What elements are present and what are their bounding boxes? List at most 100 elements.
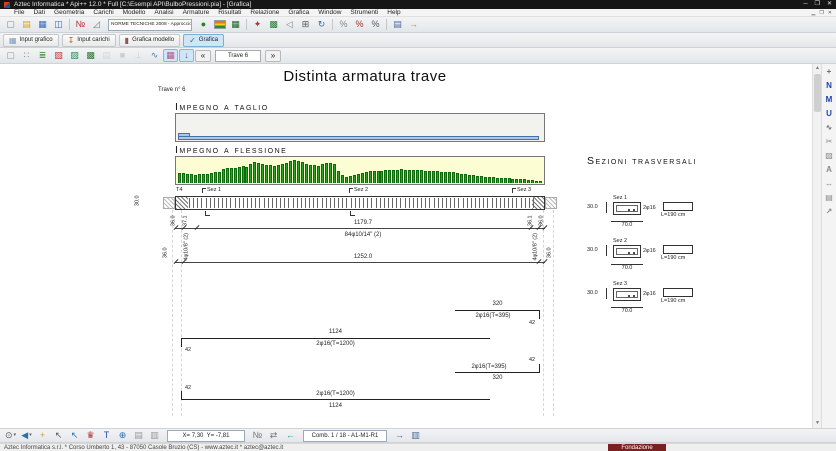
zoom-tool-icon[interactable]: ⊙▾	[3, 429, 18, 442]
run-analysis-icon[interactable]: ●	[196, 18, 211, 31]
deformation-icon[interactable]: ∿	[823, 122, 836, 134]
refresh-icon[interactable]: ↻	[314, 18, 329, 31]
input-grafico-button[interactable]: ▦Input grafico	[3, 34, 59, 47]
page-zoom-icon[interactable]: ▥	[147, 429, 162, 442]
pan-hand-icon[interactable]: +	[35, 429, 50, 442]
select-arrow-icon[interactable]: ↖	[67, 429, 82, 442]
stirrup-line	[218, 198, 219, 208]
sound-icon[interactable]: ◁	[282, 18, 297, 31]
model-colors-icon[interactable]: ▧	[51, 49, 66, 62]
norms-dropdown-value: NORME TECNICHE 2008 - Approccio 1	[111, 22, 192, 27]
terrain-icon[interactable]: ▩	[83, 49, 98, 62]
stirrup-line	[334, 198, 335, 208]
hatch-icon[interactable]: ▨	[823, 150, 836, 162]
open-file-icon[interactable]: ▤	[19, 18, 34, 31]
cut-icon[interactable]: ✂	[823, 136, 836, 148]
menu-item-analisi[interactable]: Analisi	[150, 9, 177, 17]
blank-page-icon[interactable]: ▢	[3, 49, 18, 62]
stirrup-shape	[663, 202, 693, 211]
export-drawing-icon[interactable]: ▥	[408, 429, 423, 442]
shear-band	[178, 136, 539, 140]
rebar-pin-icon[interactable]: ↓	[179, 49, 194, 62]
menu-item-dati[interactable]: Dati	[29, 9, 49, 17]
preview-sheet-icon[interactable]: ▤	[823, 192, 836, 204]
dim-bl: 36.0	[163, 245, 169, 261]
mdi-close-button[interactable]: ✕	[828, 9, 832, 17]
menu-item-geometria[interactable]: Geometria	[50, 9, 88, 17]
vertical-scrollbar[interactable]: ▲ ▼	[812, 64, 821, 428]
page-copy-icon[interactable]: ▤	[131, 429, 146, 442]
percent-small-icon[interactable]: %	[336, 18, 351, 31]
export-up-icon[interactable]: ↗	[823, 206, 836, 218]
materials-icon[interactable]	[212, 18, 227, 31]
grid-points-icon[interactable]: ∷	[19, 49, 34, 62]
menu-item-risultati[interactable]: Risultati	[214, 9, 245, 17]
bending-bar	[369, 171, 372, 183]
stirrup-line	[363, 198, 364, 208]
bending-bar	[214, 172, 217, 183]
bending-bar	[182, 173, 185, 183]
bending-bar	[444, 172, 447, 183]
grid-edit-icon[interactable]: ⊞	[298, 18, 313, 31]
scrollbar-thumb[interactable]	[814, 74, 821, 112]
drawing-canvas[interactable]: Distinta armatura trave Trave n° 6 Impeg…	[0, 64, 812, 428]
next-combination-icon[interactable]: →	[392, 429, 407, 442]
drawing-toolbar: ▢∷≣▧▨▩▤■⊥∿▦↓ « Trave 6 »	[0, 48, 836, 64]
section-view-icon[interactable]: ▩	[266, 18, 281, 31]
input-carichi-button[interactable]: ↧Input carichi	[62, 34, 116, 47]
next-element-button[interactable]: »	[265, 50, 281, 62]
grafica-button[interactable]: ✓Grafica	[183, 34, 224, 47]
decimals-icon[interactable]: №	[250, 429, 265, 442]
units-icon[interactable]: №	[73, 18, 88, 31]
pointer-cross-icon[interactable]: +	[823, 66, 836, 78]
views-toolbar: ▦Input grafico↧Input carichi▮Grafica mod…	[0, 33, 836, 48]
menu-item-carichi[interactable]: Carichi	[89, 9, 117, 17]
current-element-tab[interactable]: Trave 6	[215, 50, 261, 62]
schedule-icon[interactable]: ▦	[163, 49, 178, 62]
export-icon[interactable]: →	[406, 18, 421, 31]
menu-item-window[interactable]: Window	[314, 9, 345, 17]
percent-mid-icon[interactable]: %	[352, 18, 367, 31]
shear-u-icon[interactable]: U	[823, 108, 836, 120]
save-all-icon[interactable]: ◫	[51, 18, 66, 31]
select-plus-icon[interactable]: ↖	[51, 429, 66, 442]
layers-icon[interactable]: ≣	[35, 49, 50, 62]
globe-icon[interactable]: ⊕	[115, 429, 130, 442]
norms-dropdown[interactable]: NORME TECNICHE 2008 - Approccio 1 ▾	[108, 19, 192, 31]
mdi-restore-button[interactable]: ❐	[819, 9, 823, 17]
minimize-button[interactable]: ─	[803, 0, 807, 9]
percent-large-icon[interactable]: %	[368, 18, 383, 31]
dimension-icon[interactable]: ↔	[823, 178, 836, 190]
coords-mode-icon[interactable]: ⇄	[266, 429, 281, 442]
stirrup-line	[189, 198, 190, 208]
menu-item-help[interactable]: Help	[383, 9, 404, 17]
moment-m-icon[interactable]: M	[823, 94, 836, 106]
bending-bar	[480, 176, 483, 183]
save-icon[interactable]: ▦	[35, 18, 50, 31]
menu-item-relazione[interactable]: Relazione	[246, 9, 283, 17]
new-document-icon[interactable]: ▢	[3, 18, 18, 31]
crown-icon[interactable]: ♛	[83, 429, 98, 442]
menu-item-armature[interactable]: Armature	[179, 9, 214, 17]
grafica-modello-button[interactable]: ▮Grafica modello	[119, 34, 180, 47]
diagram-icon[interactable]: ∿	[147, 49, 162, 62]
menu-item-strumenti[interactable]: Strumenti	[346, 9, 382, 17]
bending-bar	[484, 177, 487, 183]
print-icon[interactable]: ▤	[390, 18, 405, 31]
menu-item-grafica[interactable]: Grafica	[284, 9, 313, 17]
mdi-minimize-button[interactable]: ▁	[811, 9, 815, 17]
axial-n-icon[interactable]: N	[823, 80, 836, 92]
map-icon[interactable]: ▨	[67, 49, 82, 62]
text-abc-icon[interactable]: A	[823, 164, 836, 176]
prev-element-button[interactable]: «	[195, 50, 211, 62]
section-bars-label: 2φ16	[643, 206, 656, 212]
results-table-icon[interactable]: ▦	[228, 18, 243, 31]
menu-item-file[interactable]: File	[10, 9, 28, 17]
stirrup-line	[446, 198, 447, 208]
tools-icon[interactable]: ✦	[250, 18, 265, 31]
text-tool-icon[interactable]: T	[99, 429, 114, 442]
menu-item-modello[interactable]: Modello	[119, 9, 150, 17]
zoom-back-icon[interactable]: ◀▾	[19, 429, 34, 442]
measure-icon[interactable]: ◿	[89, 18, 104, 31]
prev-combination-icon[interactable]: ←	[283, 429, 298, 442]
